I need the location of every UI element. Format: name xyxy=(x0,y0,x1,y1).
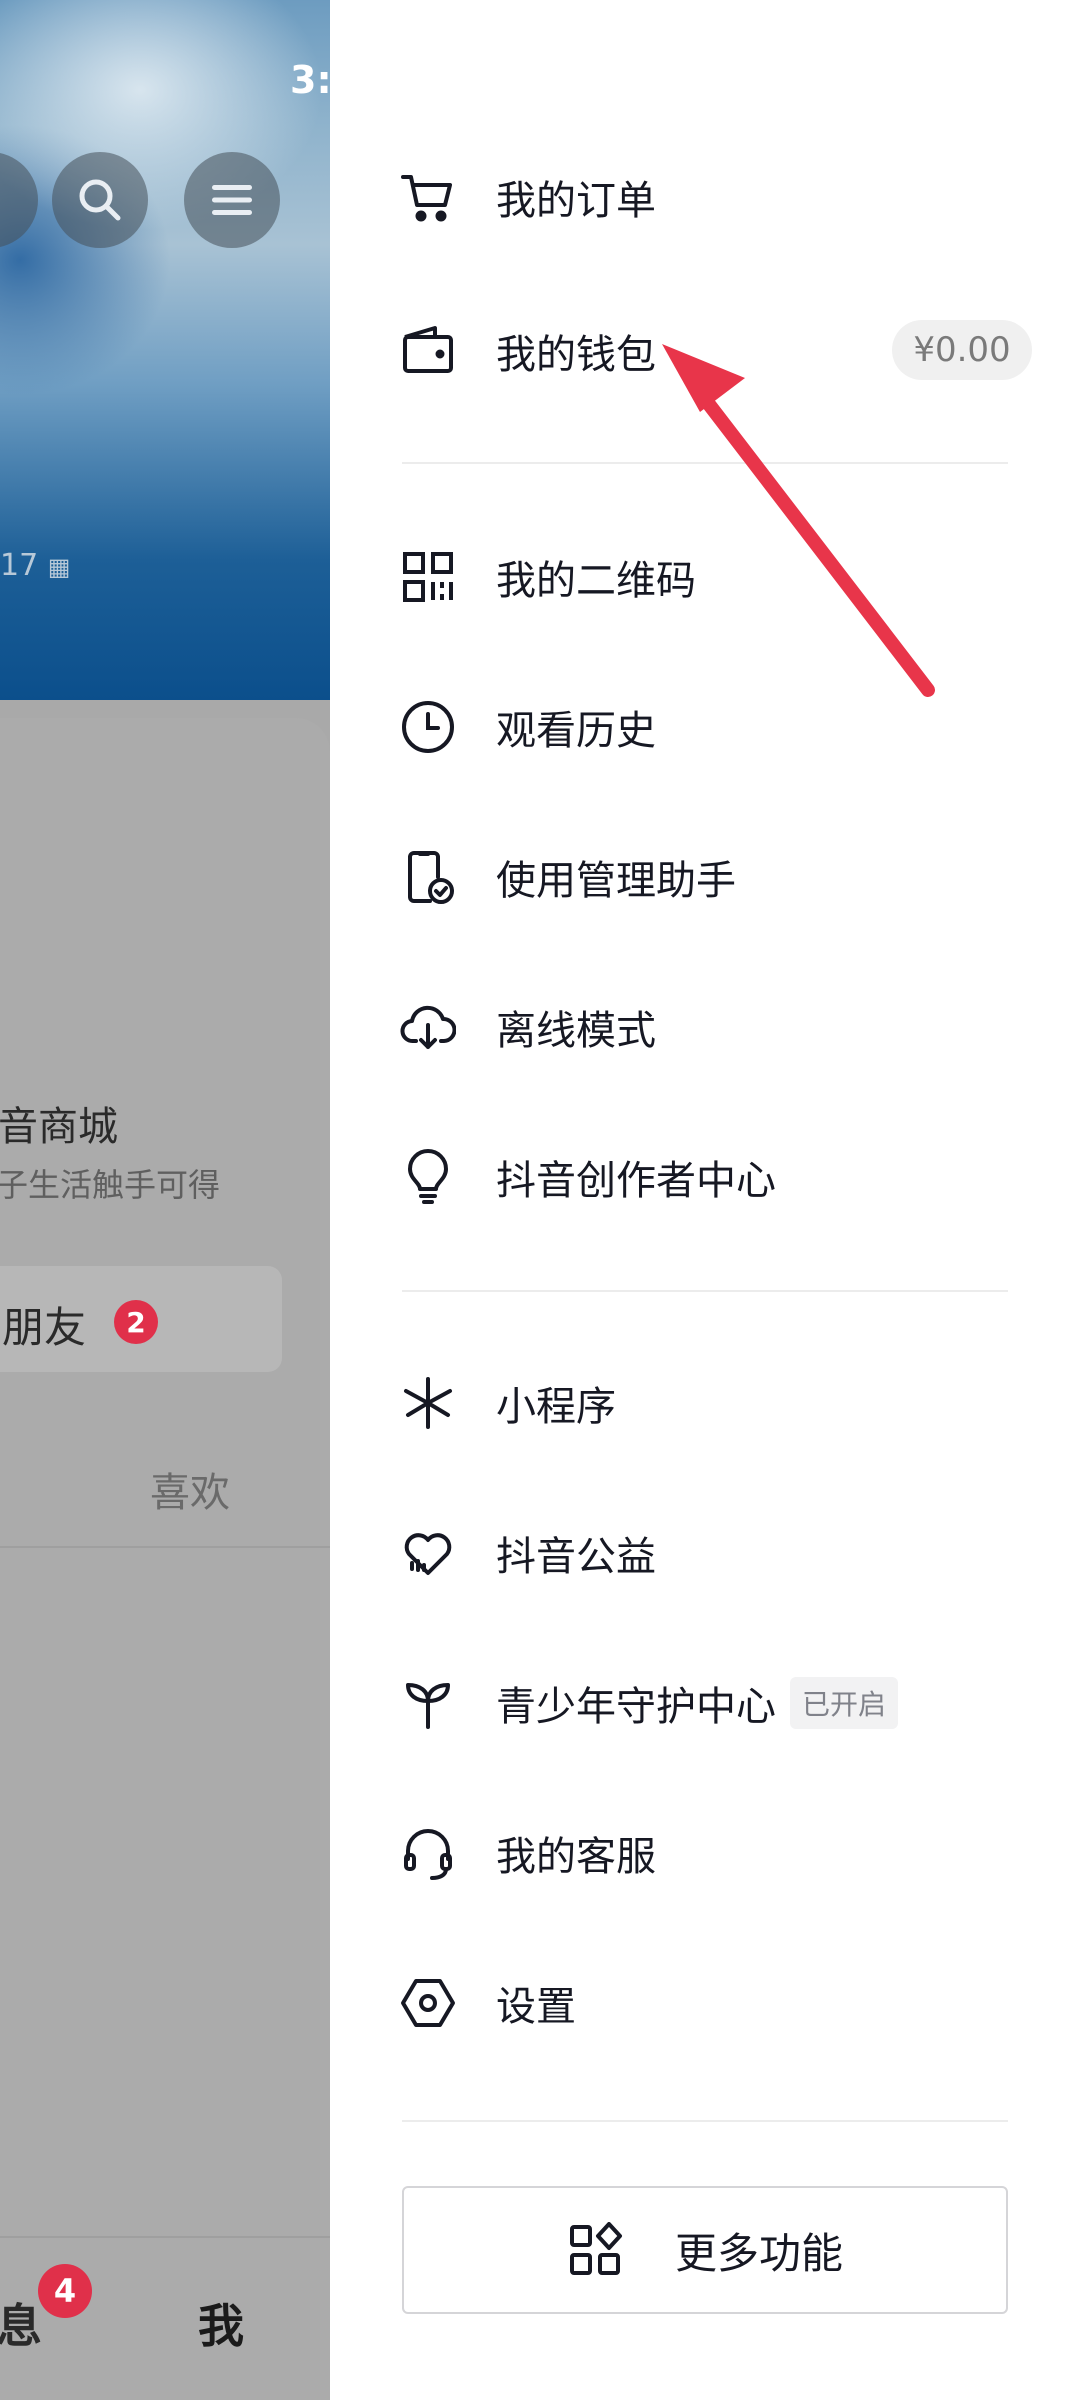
tab-likes[interactable]: 喜欢 xyxy=(150,1460,230,1518)
more-features-button[interactable]: 更多功能 xyxy=(402,2186,1008,2314)
mini-program-icon xyxy=(400,1375,456,1431)
qrcode-icon xyxy=(400,549,456,605)
nav-me[interactable]: 我 xyxy=(198,2290,244,2356)
menu-label: 小程序 xyxy=(496,1384,616,1430)
qrcode-small-icon: ▦ xyxy=(47,553,71,581)
phone-check-icon xyxy=(400,849,456,905)
menu-item-youth-protection[interactable]: 青少年守护中心 已开启 xyxy=(400,1648,1040,1758)
profile-page-background: 17 ▦ 音商城 子生活触手可得 加朋友 2 喜欢 消息 4 我 xyxy=(0,0,330,2400)
sprout-icon xyxy=(400,1675,456,1731)
heart-icon xyxy=(400,1525,456,1581)
menu-label: 观看历史 xyxy=(496,708,656,754)
menu-label: 离线模式 xyxy=(496,1008,656,1054)
menu-divider xyxy=(402,2120,1008,2122)
profile-header-cover xyxy=(0,0,330,700)
status-badge: 已开启 xyxy=(790,1677,899,1729)
menu-item-qrcode[interactable]: 我的二维码 xyxy=(400,522,1040,632)
user-id-partial: 17 ▦ xyxy=(0,548,71,583)
menu-item-customer-service[interactable]: 我的客服 xyxy=(400,1798,1040,1908)
menu-item-mini-programs[interactable]: 小程序 xyxy=(400,1348,1040,1458)
search-button[interactable] xyxy=(52,152,148,248)
menu-label: 我的客服 xyxy=(496,1834,656,1880)
wallet-icon xyxy=(400,323,456,379)
menu-item-creator-center[interactable]: 抖音创作者中心 xyxy=(400,1122,1040,1232)
menu-button[interactable] xyxy=(184,152,280,248)
messages-badge: 4 xyxy=(38,2264,92,2318)
menu-label: 我的二维码 xyxy=(496,558,696,604)
add-friends-label: 加朋友 xyxy=(0,1303,87,1352)
menu-item-usage-manager[interactable]: 使用管理助手 xyxy=(400,822,1040,932)
menu-label: 使用管理助手 xyxy=(496,858,736,904)
cloud-download-icon xyxy=(400,999,456,1055)
friends-badge: 2 xyxy=(114,1300,158,1344)
mall-subtitle: 子生活触手可得 xyxy=(0,1166,221,1204)
settings-icon xyxy=(400,1975,456,2031)
tab-divider xyxy=(0,1546,330,1548)
menu-item-history[interactable]: 观看历史 xyxy=(400,672,1040,782)
cart-icon xyxy=(400,169,456,225)
clock-icon xyxy=(400,699,456,755)
apps-icon xyxy=(567,2222,623,2278)
menu-label: 抖音公益 xyxy=(496,1534,656,1580)
nav-messages[interactable]: 消息 xyxy=(0,2290,42,2356)
bottom-nav-divider xyxy=(0,2236,330,2238)
menu-label: 设置 xyxy=(496,1984,576,2030)
lightbulb-icon xyxy=(400,1149,456,1205)
profile-content-card xyxy=(0,718,330,2400)
menu-divider xyxy=(402,462,1008,464)
menu-item-charity[interactable]: 抖音公益 xyxy=(400,1498,1040,1608)
more-features-label: 更多功能 xyxy=(674,2228,843,2278)
menu-item-settings[interactable]: 设置 xyxy=(400,1948,1040,2058)
menu-label: 我的订单 xyxy=(496,178,656,224)
menu-label: 青少年守护中心 xyxy=(496,1684,776,1730)
headset-icon xyxy=(400,1825,456,1881)
search-icon xyxy=(79,179,121,221)
menu-label: 抖音创作者中心 xyxy=(496,1158,776,1204)
menu-item-offline-mode[interactable]: 离线模式 xyxy=(400,972,1040,1082)
menu-label: 我的钱包 xyxy=(496,332,656,378)
wallet-balance: ¥0.00 xyxy=(892,320,1032,380)
mall-title: 音商城 xyxy=(0,1104,118,1150)
menu-divider xyxy=(402,1290,1008,1292)
menu-item-orders[interactable]: 我的订单 xyxy=(400,142,1040,252)
hamburger-icon xyxy=(212,185,252,215)
